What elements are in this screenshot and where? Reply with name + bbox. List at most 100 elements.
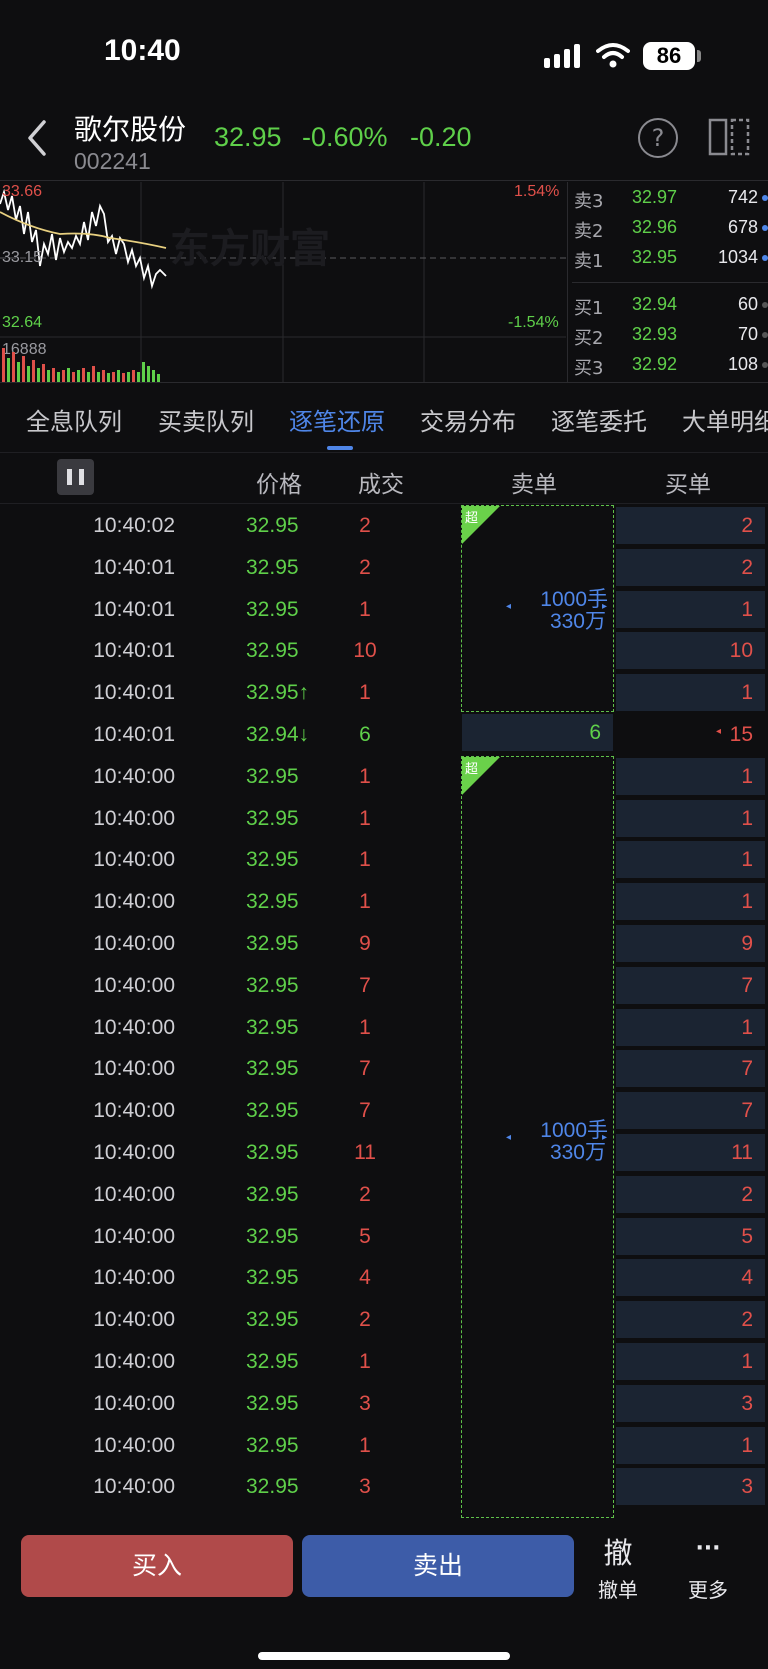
cancel-order-button[interactable]: 撤单	[594, 1574, 642, 1603]
trade-price: 32.95	[246, 514, 299, 537]
trade-price: 32.95	[246, 639, 299, 663]
trade-time: 10:40:00	[93, 1099, 175, 1123]
chart-high-label: 33.66	[2, 183, 42, 200]
sell-order-block[interactable]: 超 ◂ 1000手 330万 ▸	[461, 505, 614, 712]
trade-row[interactable]: 10:40:00 32.95 2 2	[0, 1174, 768, 1216]
sell-order-block[interactable]: 超 ◂ 1000手 330万 ▸	[461, 756, 614, 1518]
back-icon[interactable]	[24, 118, 50, 158]
ask-level-row[interactable]: 卖3 32.97 742	[572, 184, 768, 212]
tab-big-orders[interactable]: 大单明细	[682, 402, 768, 437]
caret-left-icon: ◂	[506, 601, 512, 612]
level-price: 32.94	[632, 294, 678, 314]
cancel-order-icon[interactable]: 撤	[600, 1530, 636, 1572]
buy-order-value: 2	[741, 514, 753, 537]
tab-full-queue[interactable]: 全息队列	[26, 402, 122, 437]
trade-row[interactable]: 10:40:00 32.95 1 1	[0, 881, 768, 923]
trade-volume: 2	[359, 514, 371, 537]
level-volume: 108	[727, 354, 758, 374]
trade-row[interactable]: 10:40:00 32.95 5 5	[0, 1216, 768, 1258]
sell-order-amount: 330万	[549, 610, 606, 633]
more-button[interactable]: 更多	[686, 1574, 730, 1603]
trade-row[interactable]: 10:40:00 32.95 11 11	[0, 1132, 768, 1174]
more-icon[interactable]: ···	[686, 1536, 730, 1561]
buy-order-value: 9	[741, 932, 753, 955]
ask-level-row[interactable]: 卖2 32.96 678	[572, 214, 768, 242]
trade-row[interactable]: 10:40:00 32.95 1 1	[0, 1007, 768, 1049]
trade-row[interactable]: 10:40:00 32.95 3 3	[0, 1466, 768, 1508]
trade-row[interactable]: 10:40:02 32.95 2 2	[0, 505, 768, 547]
trade-volume: 7	[359, 1057, 371, 1081]
trade-time: 10:40:01	[93, 555, 175, 579]
trade-row[interactable]: 10:40:00 32.95 3 3	[0, 1383, 768, 1425]
trade-row[interactable]: 10:40:00 32.95 1 1	[0, 1341, 768, 1383]
buy-order-value: 7	[741, 973, 753, 997]
tab-buy-sell-queue[interactable]: 买卖队列	[158, 402, 254, 437]
buy-order-cell: 1	[616, 841, 765, 879]
trade-row[interactable]: 10:40:01 32.94↓ 6 ◂ 15	[0, 714, 768, 756]
buy-order-cell: 7	[616, 1050, 765, 1088]
trade-row[interactable]: 10:40:00 32.95 1 1	[0, 839, 768, 881]
buy-button[interactable]: 买入	[21, 1535, 293, 1597]
trade-row[interactable]: 10:40:00 32.95 1 1	[0, 798, 768, 840]
column-price: 价格	[256, 472, 302, 498]
trade-time: 10:40:00	[93, 890, 175, 914]
tab-tick-orders[interactable]: 逐笔委托	[551, 402, 647, 437]
buy-order-value: 1	[741, 597, 753, 621]
buy-order-value: 1	[741, 1350, 753, 1373]
layout-switch-icon[interactable]	[708, 116, 752, 158]
trade-price: 32.95	[246, 890, 299, 914]
trade-volume: 1	[359, 1433, 371, 1457]
trade-row[interactable]: 10:40:00 32.95 1 1	[0, 1425, 768, 1467]
intraday-chart[interactable]: 东方财富 33.66 33.15 32.64 1.54% -1.54% 1688…	[0, 182, 566, 382]
trade-row[interactable]: 10:40:01 32.95 1 1	[0, 589, 768, 631]
trade-time: 10:40:00	[93, 848, 175, 872]
trade-volume: 6	[359, 723, 371, 746]
help-icon[interactable]: ?	[638, 118, 678, 158]
buy-order-cell: 1	[616, 757, 765, 795]
tab-tick-replay[interactable]: 逐笔还原	[289, 402, 385, 437]
buy-order-value: 7	[741, 1057, 753, 1081]
trade-volume: 2	[359, 555, 371, 579]
buy-order-cell: 11	[616, 1134, 765, 1171]
buy-order-value: 10	[729, 639, 753, 663]
caret-left-icon: ◂	[506, 1132, 512, 1143]
level-dot-icon	[762, 195, 768, 201]
trade-row[interactable]: 10:40:00 32.95 7 7	[0, 965, 768, 1007]
buy-order-cell: 1	[616, 883, 765, 921]
pause-button[interactable]	[57, 459, 94, 495]
ask-level-row[interactable]: 卖1 32.95 1034	[572, 244, 768, 272]
tab-trade-distribution[interactable]: 交易分布	[420, 402, 516, 437]
bid-level-row[interactable]: 买1 32.94 60	[572, 291, 768, 319]
level-volume: 742	[727, 187, 758, 207]
trade-time: 10:40:00	[93, 1350, 175, 1373]
home-indicator	[258, 1652, 510, 1660]
buy-order-cell: 1	[616, 1426, 765, 1464]
trade-row[interactable]: 10:40:00 32.95 1 1	[0, 756, 768, 798]
trade-row[interactable]: 10:40:01 32.95 10 10	[0, 630, 768, 672]
trade-time: 10:40:01	[93, 681, 175, 705]
bid-level-row[interactable]: 买2 32.93 70	[572, 321, 768, 349]
trade-volume: 5	[359, 1224, 371, 1248]
column-deal: 成交	[358, 472, 404, 498]
trade-time: 10:40:00	[93, 764, 175, 788]
chart-down-pct: -1.54%	[508, 314, 559, 331]
sell-button[interactable]: 卖出	[302, 1535, 574, 1597]
buy-order-value: 1	[741, 1433, 753, 1457]
trade-row[interactable]: 10:40:00 32.95 2 2	[0, 1299, 768, 1341]
chart-watermark: 东方财富	[170, 226, 330, 272]
buy-order-value: 3	[741, 1391, 753, 1415]
trade-price: 32.95	[246, 1057, 299, 1081]
trade-time: 10:40:00	[93, 1266, 175, 1290]
bid-level-row[interactable]: 买3 32.92 108	[572, 351, 768, 379]
trade-row[interactable]: 10:40:00 32.95 4 4	[0, 1257, 768, 1299]
trade-row[interactable]: 10:40:00 32.95 7 7	[0, 1048, 768, 1090]
trade-price: 32.95	[246, 1224, 299, 1248]
chart-volume-label: 16888	[2, 341, 47, 358]
trade-row[interactable]: 10:40:01 32.95 2 2	[0, 547, 768, 589]
level-label: 卖1	[574, 251, 604, 272]
trade-row[interactable]: 10:40:01 32.95↑ 1 1	[0, 672, 768, 714]
level-dot-icon	[762, 302, 768, 308]
trade-row[interactable]: 10:40:00 32.95 9 9	[0, 923, 768, 965]
trade-row[interactable]: 10:40:00 32.95 7 7	[0, 1090, 768, 1132]
sell-order-amount: 330万	[549, 1141, 606, 1164]
